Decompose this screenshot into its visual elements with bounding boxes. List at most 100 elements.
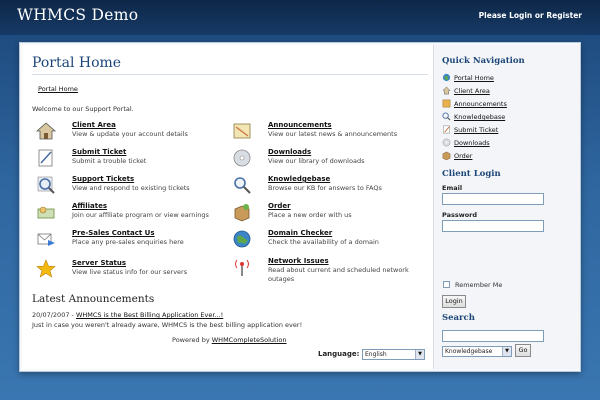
tile-server-status[interactable]: Server Status View live status info for … <box>36 259 226 285</box>
tile-title[interactable]: Client Area <box>72 121 116 129</box>
site-brand[interactable]: WHMCS Demo <box>17 6 138 24</box>
sidebar: Quick Navigation Portal Home Client Area… <box>433 45 580 369</box>
tile-client-area[interactable]: Client Area View & update your account d… <box>36 121 226 147</box>
register-link[interactable]: Register <box>546 11 582 20</box>
language-select[interactable]: English ▼ <box>362 349 425 360</box>
box-icon <box>442 151 451 160</box>
powered-by: Powered by WHMCompleteSolution <box>172 336 286 344</box>
tile-desc: Join our affiliate program or view earni… <box>72 211 209 219</box>
tile-announcements[interactable]: Announcements View our latest news & ann… <box>232 121 422 147</box>
tile-title[interactable]: Order <box>268 202 291 210</box>
money-icon <box>37 206 55 219</box>
magnifier-icon <box>442 112 451 121</box>
search-icon <box>234 177 251 194</box>
powered-link[interactable]: WHMCompleteSolution <box>212 336 287 344</box>
tile-desc: View & update your account details <box>72 130 188 138</box>
main-content: Portal Home Portal Home Welcome to our S… <box>22 45 433 369</box>
search-heading: Search <box>442 313 475 323</box>
please-text: Please <box>478 11 510 20</box>
announcement-title-link[interactable]: WHMCS is the Best Billing Application Ev… <box>76 311 223 319</box>
tile-title[interactable]: Server Status <box>72 259 126 267</box>
welcome-text: Welcome to our Support Portal. <box>32 105 134 113</box>
breadcrumb[interactable]: Portal Home <box>38 85 78 93</box>
top-bar: WHMCS Demo Please Login or Register <box>0 0 600 35</box>
tile-desc: Check the availability of a domain <box>268 238 379 246</box>
tile-downloads[interactable]: Downloads View our library of downloads <box>232 148 422 174</box>
sidebar-item-label[interactable]: Knowledgebase <box>454 113 505 121</box>
sidebar-item-label[interactable]: Order <box>454 152 472 160</box>
magnifier-icon <box>37 176 55 194</box>
tile-desc: View live status info for our servers <box>72 268 188 276</box>
login-button[interactable]: Login <box>442 295 466 308</box>
sidebar-item-label[interactable]: Client Area <box>454 87 490 95</box>
search-input[interactable] <box>442 330 544 342</box>
announcement-body: Just in case you weren't already aware, … <box>32 321 303 329</box>
announcement-icon <box>233 123 251 139</box>
sidebar-item-label[interactable]: Downloads <box>454 139 490 147</box>
tile-desc: View our latest news & announcements <box>268 130 398 138</box>
announcement-item: 20/07/2007 - WHMCS is the Best Billing A… <box>32 311 223 319</box>
tile-title[interactable]: Pre-Sales Contact Us <box>72 229 155 237</box>
house-icon <box>36 122 56 140</box>
tile-domain-checker[interactable]: Domain Checker Check the availability of… <box>232 229 422 255</box>
page-title: Portal Home <box>32 55 122 71</box>
box-icon <box>234 204 250 222</box>
announcement-icon <box>442 99 451 108</box>
tile-title[interactable]: Knowledgebase <box>268 175 330 183</box>
content-shell: Portal Home Portal Home Welcome to our S… <box>19 42 581 372</box>
sidebar-item-label[interactable]: Submit Ticket <box>454 126 498 134</box>
ticket-icon <box>443 125 450 134</box>
globe-icon <box>233 230 251 248</box>
password-field[interactable] <box>442 220 544 232</box>
latest-announcements-heading: Latest Announcements <box>32 293 155 305</box>
announcement-date: 20/07/2007 - <box>32 311 76 319</box>
search-scope-select[interactable]: Knowledgebase ▼ <box>442 346 512 357</box>
chevron-down-icon[interactable]: ▼ <box>415 350 424 359</box>
tile-title[interactable]: Announcements <box>268 121 332 129</box>
disc-icon <box>233 149 251 167</box>
house-icon <box>442 86 451 95</box>
tile-title[interactable]: Network Issues <box>268 257 329 265</box>
tile-pre-sales-contact[interactable]: Pre-Sales Contact Us Place any pre-sales… <box>36 229 226 255</box>
tile-title[interactable]: Affiliates <box>72 202 107 210</box>
title-divider <box>32 74 428 75</box>
star-icon <box>36 259 56 278</box>
antenna-icon <box>235 259 249 276</box>
sidebar-item-label[interactable]: Announcements <box>454 100 507 108</box>
search-scope-value: Knowledgebase <box>445 348 493 355</box>
tile-affiliates[interactable]: Affiliates Join our affiliate program or… <box>36 202 226 228</box>
or-text: or <box>532 11 547 20</box>
account-links: Please Login or Register <box>479 11 582 20</box>
sidebar-item-label[interactable]: Portal Home <box>454 74 494 82</box>
chevron-down-icon[interactable]: ▼ <box>502 347 511 356</box>
tile-title[interactable]: Support Tickets <box>72 175 134 183</box>
tile-title[interactable]: Downloads <box>268 148 311 156</box>
login-link[interactable]: Login <box>509 11 532 20</box>
globe-icon <box>442 73 451 82</box>
tile-title[interactable]: Submit Ticket <box>72 148 126 156</box>
email-label: Email <box>442 184 463 192</box>
tile-desc: Place any pre-sales enquiries here <box>72 238 184 246</box>
tile-desc: View and respond to existing tickets <box>72 184 190 192</box>
go-button[interactable]: Go <box>515 344 531 357</box>
tile-network-issues[interactable]: Network Issues Read about current and sc… <box>232 257 422 283</box>
tile-desc: Read about current and scheduled network… <box>268 266 409 283</box>
envelope-arrow-icon <box>37 233 55 246</box>
remember-me-checkbox[interactable] <box>443 281 450 288</box>
remember-me-label: Remember Me <box>455 281 503 289</box>
tile-submit-ticket[interactable]: Submit Ticket Submit a trouble ticket <box>36 148 226 174</box>
tile-title[interactable]: Domain Checker <box>268 229 332 237</box>
disc-icon <box>442 138 451 147</box>
language-select-value: English <box>365 351 387 358</box>
tile-support-tickets[interactable]: Support Tickets View and respond to exis… <box>36 175 226 201</box>
tile-knowledgebase[interactable]: Knowledgebase Browse our KB for answers … <box>232 175 422 201</box>
ticket-icon <box>38 149 53 167</box>
tile-order[interactable]: Order Place a new order with us <box>232 202 422 228</box>
quick-navigation-heading: Quick Navigation <box>442 56 525 66</box>
email-field[interactable] <box>442 193 544 205</box>
tile-desc: Browse our KB for answers to FAQs <box>268 184 382 192</box>
language-label: Language: <box>318 350 360 358</box>
client-login-heading: Client Login <box>442 169 501 179</box>
tile-desc: Submit a trouble ticket <box>72 157 147 165</box>
tile-desc: Place a new order with us <box>268 211 352 219</box>
